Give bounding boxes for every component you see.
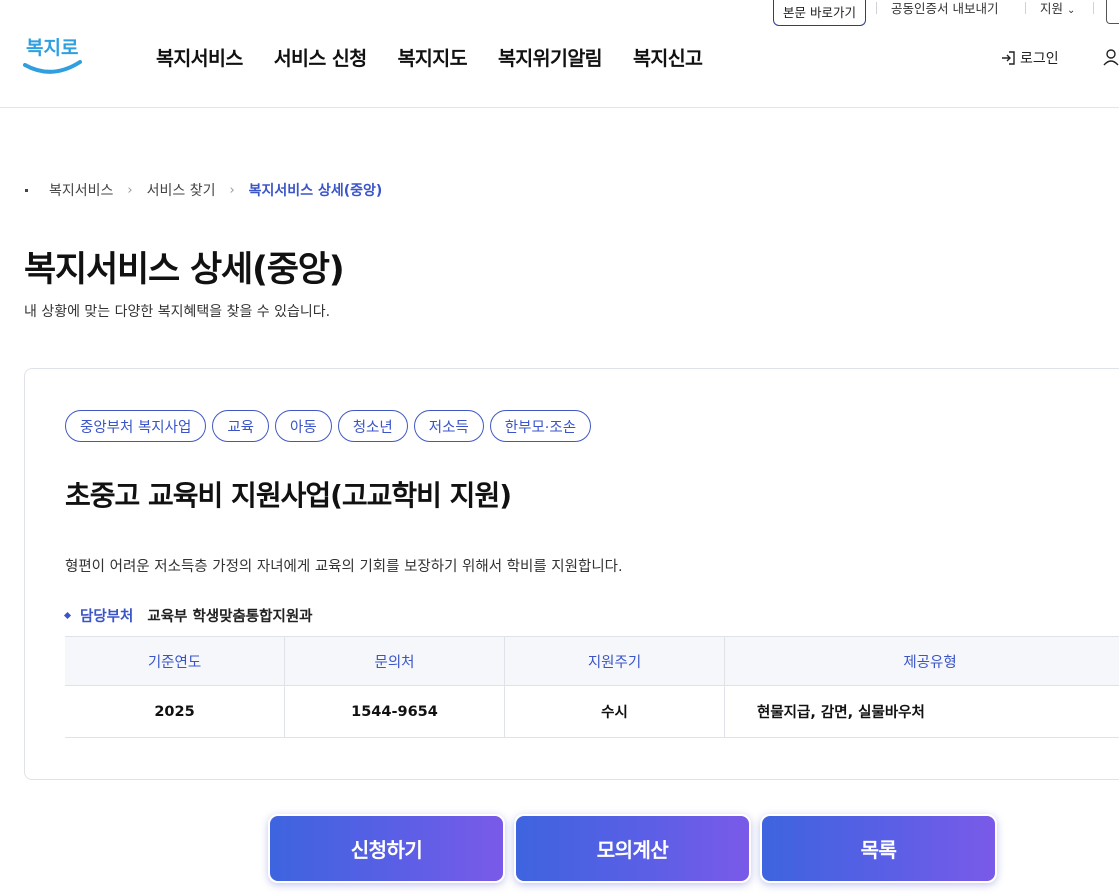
action-buttons: 신청하기 모의계산 목록 <box>268 814 997 883</box>
page-title: 복지서비스 상세(중앙) <box>24 250 345 290</box>
department-value: 교육부 학생맞춤통합지원과 <box>147 609 313 625</box>
nav-welfare-report[interactable]: 복지신고 <box>633 42 703 71</box>
cert-export-link[interactable]: 공동인증서 내보내기 <box>891 0 998 18</box>
skip-to-content-link[interactable]: 본문 바로가기 <box>773 0 866 26</box>
login-button[interactable]: 로그인 <box>1000 48 1059 68</box>
utility-extra-button[interactable] <box>1106 0 1119 24</box>
nav-welfare-services[interactable]: 복지서비스 <box>156 42 243 71</box>
list-button[interactable]: 목록 <box>760 814 997 883</box>
table-header-cell: 제공유형 <box>903 654 957 671</box>
table-cell-cycle: 수시 <box>505 686 725 737</box>
table-header-row: 기준연도 문의처 지원주기 제공유형 <box>65 637 1119 686</box>
chevron-right-icon: › <box>127 182 133 198</box>
table-cell-year: 2025 <box>65 686 285 737</box>
service-tags: 중앙부처 복지사업 교육 아동 청소년 저소득 한부모·조손 <box>65 410 592 442</box>
region-select[interactable]: 지원 ⌄ <box>1040 0 1075 20</box>
nav-crisis-alert[interactable]: 복지위기알림 <box>498 42 603 71</box>
tag-children[interactable]: 아동 <box>275 410 332 442</box>
simulate-button[interactable]: 모의계산 <box>514 814 751 883</box>
site-header: 복지로 복지서비스 서비스 신청 복지지도 복지위기알림 복지신고 로그인 <box>0 26 1119 108</box>
tag-single-parent[interactable]: 한부모·조손 <box>489 410 592 442</box>
department-label: 담당부처 <box>80 609 134 625</box>
breadcrumb-item-current: 복지서비스 상세(중앙) <box>248 183 383 199</box>
page-description: 내 상황에 맞는 다양한 복지혜택을 찾을 수 있습니다. <box>24 304 331 320</box>
main-navigation: 복지서비스 서비스 신청 복지지도 복지위기알림 복지신고 <box>156 42 703 71</box>
home-dot-icon <box>25 188 28 192</box>
nav-welfare-map[interactable]: 복지지도 <box>398 42 468 71</box>
logo-mark: 복지로 <box>23 37 82 74</box>
region-label: 지원 <box>1040 1 1064 16</box>
service-info-table: 기준연도 문의처 지원주기 제공유형 2025 1544-9654 수시 현물지… <box>65 636 1119 738</box>
department-info: 담당부처 교육부 학생맞춤통합지원과 <box>63 605 313 626</box>
chevron-down-icon: ⌄ <box>1067 5 1076 16</box>
tag-education[interactable]: 교육 <box>212 410 270 442</box>
table-header-cell: 지원주기 <box>505 637 725 685</box>
tag-central-ministry[interactable]: 중앙부처 복지사업 <box>65 410 207 442</box>
utility-divider <box>1025 2 1026 14</box>
table-header-cell: 기준연도 <box>65 637 285 685</box>
utility-divider <box>876 2 877 14</box>
utility-divider <box>1093 2 1094 14</box>
service-title: 초중고 교육비 지원사업(고교학비 지원) <box>65 479 512 512</box>
breadcrumb-item-welfare-services[interactable]: 복지서비스 <box>49 180 113 200</box>
table-cell-contact: 1544-9654 <box>285 686 505 737</box>
table-header-cell: 문의처 <box>285 637 505 685</box>
table-cell-provision-type: 현물지급, 감면, 실물바우처 <box>757 705 925 721</box>
service-detail-card: 중앙부처 복지사업 교육 아동 청소년 저소득 한부모·조손 초중고 교육비 지… <box>24 368 1119 780</box>
diamond-bullet-icon <box>63 611 72 620</box>
table-row: 2025 1544-9654 수시 현물지급, 감면, 실물바우처 <box>65 686 1119 738</box>
logo-text: 복지로 <box>26 37 78 59</box>
service-description: 형편이 어려운 저소득층 가정의 자녀에게 교육의 기회를 보장하기 위해서 학… <box>65 559 623 575</box>
nav-service-apply[interactable]: 서비스 신청 <box>274 42 367 71</box>
utility-bar: 본문 바로가기 공동인증서 내보내기 지원 ⌄ <box>0 0 1119 26</box>
site-logo[interactable]: 복지로 <box>22 30 86 82</box>
login-label: 로그인 <box>1020 51 1059 67</box>
breadcrumb-item-service-search[interactable]: 서비스 찾기 <box>147 180 216 200</box>
breadcrumb: 복지서비스 › 서비스 찾기 › 복지서비스 상세(중앙) <box>25 180 382 200</box>
tag-low-income[interactable]: 저소득 <box>413 410 484 442</box>
apply-button[interactable]: 신청하기 <box>268 814 505 883</box>
user-icon[interactable] <box>1103 47 1119 71</box>
chevron-right-icon: › <box>229 182 235 198</box>
tag-youth[interactable]: 청소년 <box>337 410 408 442</box>
login-icon <box>1002 51 1015 65</box>
